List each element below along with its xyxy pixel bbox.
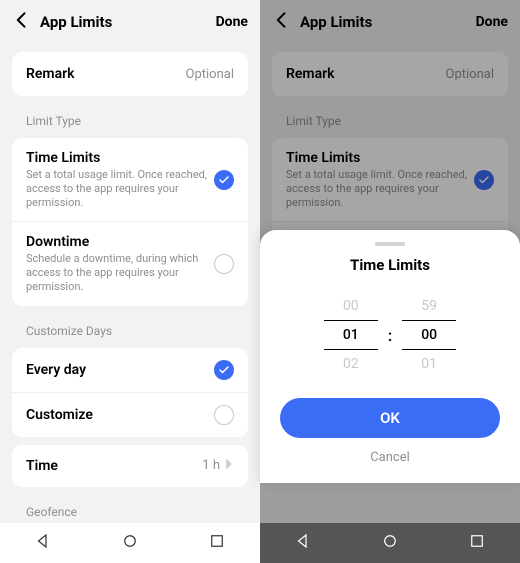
remark-label: Remark bbox=[286, 66, 446, 82]
remark-row: Remark Optional bbox=[272, 52, 508, 96]
nav-home-icon[interactable] bbox=[121, 532, 139, 554]
time-limits-desc: Set a total usage limit. Once reached, a… bbox=[26, 168, 214, 209]
section-customize-days: Customize Days bbox=[8, 314, 252, 340]
time-label: Time bbox=[26, 458, 202, 474]
picker-colon: : bbox=[388, 326, 392, 345]
section-geofence: Geofence bbox=[8, 495, 252, 521]
hours-next: 02 bbox=[343, 350, 359, 378]
option-customize[interactable]: Customize bbox=[12, 392, 248, 437]
nav-back-icon[interactable] bbox=[294, 532, 312, 554]
section-limit-type: Limit Type bbox=[268, 104, 512, 130]
remark-label: Remark bbox=[26, 66, 186, 82]
every-day-label: Every day bbox=[26, 362, 214, 378]
time-picker-sheet: Time Limits 00 01 02 : 59 00 01 OK Cance… bbox=[260, 230, 520, 483]
minutes-prev: 59 bbox=[421, 292, 437, 320]
option-time-limits[interactable]: Time Limits Set a total usage limit. Onc… bbox=[12, 138, 248, 221]
remark-row[interactable]: Remark Optional bbox=[12, 52, 248, 96]
hours-wheel[interactable]: 00 01 02 bbox=[324, 292, 378, 378]
time-limits-desc: Set a total usage limit. Once reached, a… bbox=[286, 168, 474, 209]
checkmark-icon bbox=[214, 360, 234, 380]
page-title: App Limits bbox=[300, 13, 476, 31]
option-every-day[interactable]: Every day bbox=[12, 348, 248, 392]
downtime-desc: Schedule a downtime, during which access… bbox=[26, 252, 214, 293]
hours-selected: 01 bbox=[324, 320, 378, 350]
header: App Limits Done bbox=[0, 0, 260, 44]
nav-recent-icon[interactable] bbox=[468, 532, 486, 554]
ok-button[interactable]: OK bbox=[280, 398, 500, 438]
app-limits-screen-dimmed: App Limits Done Remark Optional Limit Ty… bbox=[260, 0, 520, 563]
time-row[interactable]: Time 1 h bbox=[12, 445, 248, 487]
checkmark-icon bbox=[214, 170, 234, 190]
radio-unchecked-icon bbox=[214, 405, 234, 425]
nav-recent-icon[interactable] bbox=[208, 532, 226, 554]
cancel-button[interactable]: Cancel bbox=[276, 450, 504, 465]
option-time-limits: Time Limits Set a total usage limit. Onc… bbox=[272, 138, 508, 221]
minutes-next: 01 bbox=[421, 350, 437, 378]
time-value: 1 h bbox=[202, 458, 220, 473]
back-icon[interactable] bbox=[12, 10, 32, 34]
downtime-title: Downtime bbox=[26, 234, 214, 250]
android-navbar bbox=[0, 523, 260, 563]
sheet-grabber[interactable] bbox=[375, 242, 405, 246]
minutes-selected: 00 bbox=[402, 320, 456, 350]
android-navbar bbox=[260, 523, 520, 563]
app-limits-screen: App Limits Done Remark Optional Limit Ty… bbox=[0, 0, 260, 563]
remark-placeholder: Optional bbox=[446, 67, 494, 82]
option-downtime[interactable]: Downtime Schedule a downtime, during whi… bbox=[12, 221, 248, 305]
done-button[interactable]: Done bbox=[216, 14, 248, 30]
checkmark-icon bbox=[474, 170, 494, 190]
radio-unchecked-icon bbox=[214, 254, 234, 274]
time-limits-title: Time Limits bbox=[26, 150, 214, 166]
time-picker[interactable]: 00 01 02 : 59 00 01 bbox=[276, 292, 504, 378]
nav-home-icon[interactable] bbox=[381, 532, 399, 554]
header: App Limits Done bbox=[260, 0, 520, 44]
section-limit-type: Limit Type bbox=[8, 104, 252, 130]
sheet-title: Time Limits bbox=[276, 256, 504, 274]
done-button[interactable]: Done bbox=[476, 14, 508, 30]
customize-label: Customize bbox=[26, 407, 214, 423]
remark-placeholder: Optional bbox=[186, 67, 234, 82]
content: Remark Optional Limit Type Time Limits S… bbox=[0, 44, 260, 523]
minutes-wheel[interactable]: 59 00 01 bbox=[402, 292, 456, 378]
hours-prev: 00 bbox=[343, 292, 359, 320]
nav-back-icon[interactable] bbox=[34, 532, 52, 554]
time-limits-title: Time Limits bbox=[286, 150, 474, 166]
page-title: App Limits bbox=[40, 13, 216, 31]
back-icon[interactable] bbox=[272, 10, 292, 34]
chevron-right-icon bbox=[224, 457, 234, 475]
